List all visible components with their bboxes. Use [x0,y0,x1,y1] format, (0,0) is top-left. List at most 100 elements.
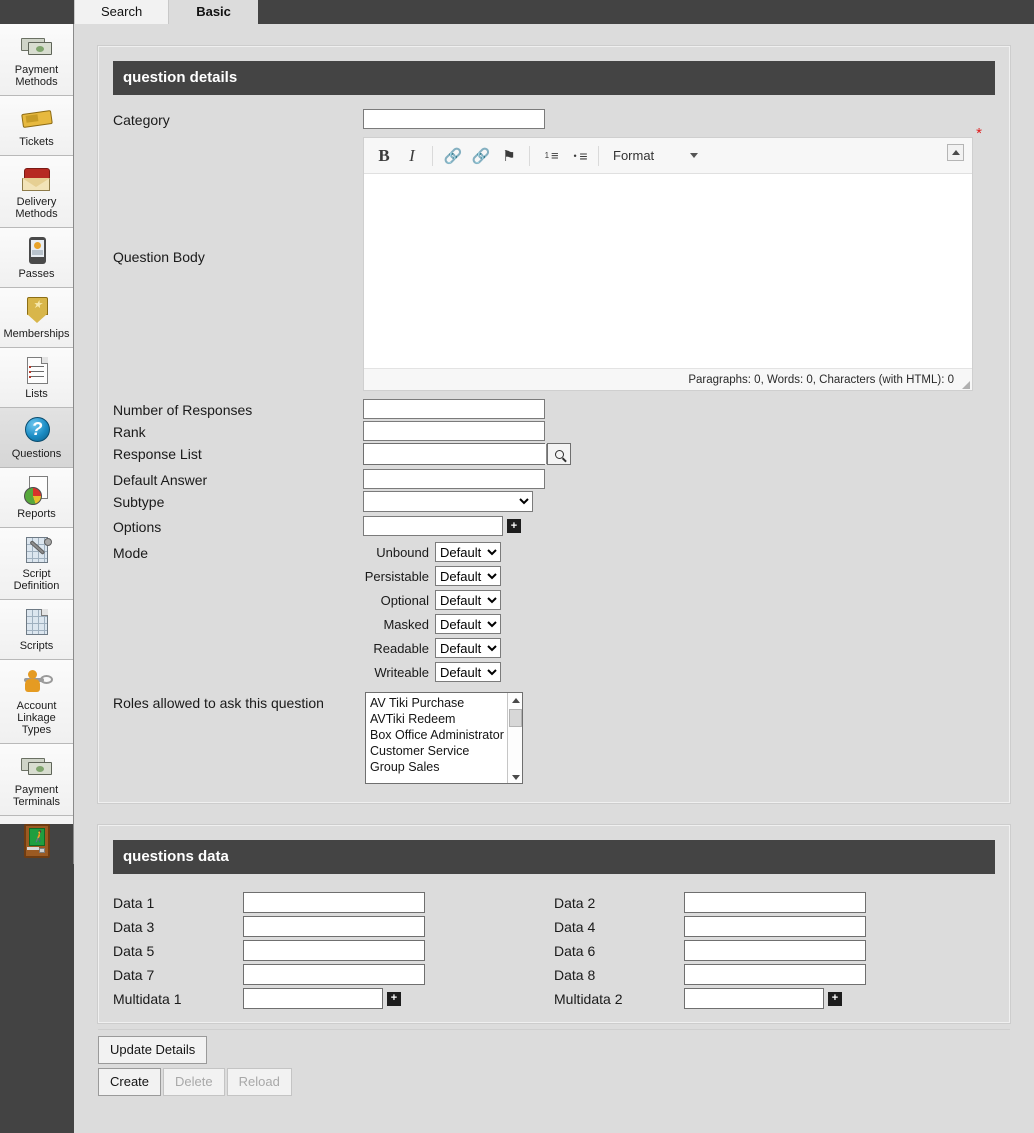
plus-icon[interactable]: + [828,991,842,1006]
mode-select-writeable[interactable]: Default [435,662,501,682]
default-answer-input[interactable] [363,469,545,489]
scroll-down-icon[interactable] [508,770,522,783]
rank-row: Rank [113,421,995,441]
data-2-input[interactable] [684,892,866,913]
plus-icon[interactable]: + [507,519,521,533]
mode-select-masked[interactable]: Default [435,614,501,634]
sidebar: Payment Methods Tickets Delivery Methods… [0,0,74,1133]
response-list-combo[interactable] [363,443,555,465]
mode-label-masked: Masked [383,616,429,632]
response-list-search-button[interactable] [547,443,571,465]
chevron-down-icon [690,153,699,158]
update-details-button[interactable]: Update Details [98,1036,208,1064]
rank-input[interactable] [363,421,545,441]
category-label: Category [113,112,170,128]
multidata-1-input[interactable] [243,988,383,1009]
reload-button: Reload [226,1068,292,1096]
data-3-label: Data 3 [113,918,155,935]
sidebar-item-questions[interactable]: ? Questions [0,408,73,468]
list-item[interactable]: AV Tiki Purchase [366,695,522,711]
tab-search-label: Search [101,4,143,19]
sidebar-item-lists[interactable]: Lists [0,348,73,408]
sidebar-exit-region[interactable]: 🚶 [0,824,73,864]
multidata-2-label: Multidata 2 [554,990,623,1007]
list-item[interactable]: AVTiki Redeem [366,711,522,727]
scroll-up-icon[interactable] [508,693,522,708]
sidebar-item-account-linkage-types[interactable]: Account Linkage Types [0,660,73,744]
question-body-textarea[interactable] [364,174,972,368]
numbered-list-icon[interactable]: ≡ 1 [537,143,563,169]
flag-icon[interactable]: ⚑ [496,143,522,169]
questions-data-right-column: Data 2 Data 4 Data 6 Data 8 Multidata 2 … [554,892,995,1012]
mode-row-optional: Optional Default [363,590,501,610]
multidata-1-label: Multidata 1 [113,990,182,1007]
mailbox-icon [20,162,54,194]
data-5-input[interactable] [243,940,425,961]
italic-button[interactable]: I [399,143,425,169]
table-row: Data 6 [554,940,995,961]
pie-chart-document-icon [20,474,54,506]
mode-row: Mode Unbound Default Persistable Default [113,542,995,686]
category-input[interactable] [363,109,545,129]
subtype-select[interactable] [363,491,533,512]
data-7-input[interactable] [243,964,425,985]
table-row: Data 1 [113,892,554,913]
data-5-label: Data 5 [113,942,155,959]
sidebar-item-label: Reports [17,508,56,520]
mode-select-readable[interactable]: Default [435,638,501,658]
bold-button[interactable]: B [371,143,397,169]
multidata-2-input[interactable] [684,988,824,1009]
list-item[interactable]: Customer Service [366,743,522,759]
sidebar-item-memberships[interactable]: ★ Memberships [0,288,73,348]
data-4-input[interactable] [684,916,866,937]
mode-select-unbound[interactable]: Default [435,542,501,562]
required-asterisk: * [976,125,982,142]
list-item[interactable]: Group Sales [366,759,522,775]
collapse-icon[interactable] [947,144,964,161]
link-icon[interactable]: 🔗 [440,143,466,169]
sidebar-item-reports[interactable]: Reports [0,468,73,528]
mode-select-persistable[interactable]: Default [435,566,501,586]
format-dropdown[interactable]: Format [613,148,699,163]
mode-row-masked: Masked Default [363,614,501,634]
roles-listbox[interactable]: AV Tiki Purchase AVTiki Redeem Box Offic… [365,692,523,784]
sidebar-item-delivery-methods[interactable]: Delivery Methods [0,156,73,228]
roles-scrollbar[interactable] [507,693,522,783]
sidebar-item-scripts[interactable]: Scripts [0,600,73,660]
sidebar-item-payment-methods[interactable]: Payment Methods [0,24,73,96]
default-answer-row: Default Answer [113,469,995,489]
tab-basic[interactable]: Basic [169,0,258,24]
bulleted-list-icon[interactable]: ≡ • [565,143,591,169]
question-details-panel: question details Category Question Body … [97,45,1011,804]
data-8-input[interactable] [684,964,866,985]
number-of-responses-row: Number of Responses [113,399,995,419]
tab-search[interactable]: Search [74,0,170,24]
exit-door-icon[interactable]: 🚶 [20,824,54,858]
list-item[interactable]: Box Office Administrator [366,727,522,743]
sidebar-item-tickets[interactable]: Tickets [0,96,73,156]
options-input[interactable] [363,516,503,536]
plus-icon[interactable]: + [387,991,401,1006]
mode-select-optional[interactable]: Default [435,590,501,610]
create-button[interactable]: Create [98,1068,162,1096]
shield-star-icon: ★ [20,294,54,326]
tab-strip: Search Basic [74,0,258,24]
sidebar-item-passes[interactable]: Passes [0,228,73,288]
roles-label: Roles allowed to ask this question [113,695,324,711]
data-3-input[interactable] [243,916,425,937]
response-list-input[interactable] [364,444,546,464]
mode-label-optional: Optional [380,592,429,608]
data-6-input[interactable] [684,940,866,961]
number-of-responses-input[interactable] [363,399,545,419]
resize-grip[interactable] [962,381,970,389]
sidebar-item-label: Lists [25,388,48,400]
response-list-label: Response List [113,446,202,462]
action-button-bar: Update Details Create Delete Reload [74,1023,1034,1096]
scrollbar-thumb[interactable] [509,709,522,727]
sidebar-item-script-definition[interactable]: Script Definition [0,528,73,600]
data-2-label: Data 2 [554,894,596,911]
sidebar-item-label: Tickets [19,136,54,148]
sidebar-item-payment-terminals[interactable]: Payment Terminals [0,744,73,816]
data-1-input[interactable] [243,892,425,913]
mode-label-readable: Readable [373,640,429,656]
